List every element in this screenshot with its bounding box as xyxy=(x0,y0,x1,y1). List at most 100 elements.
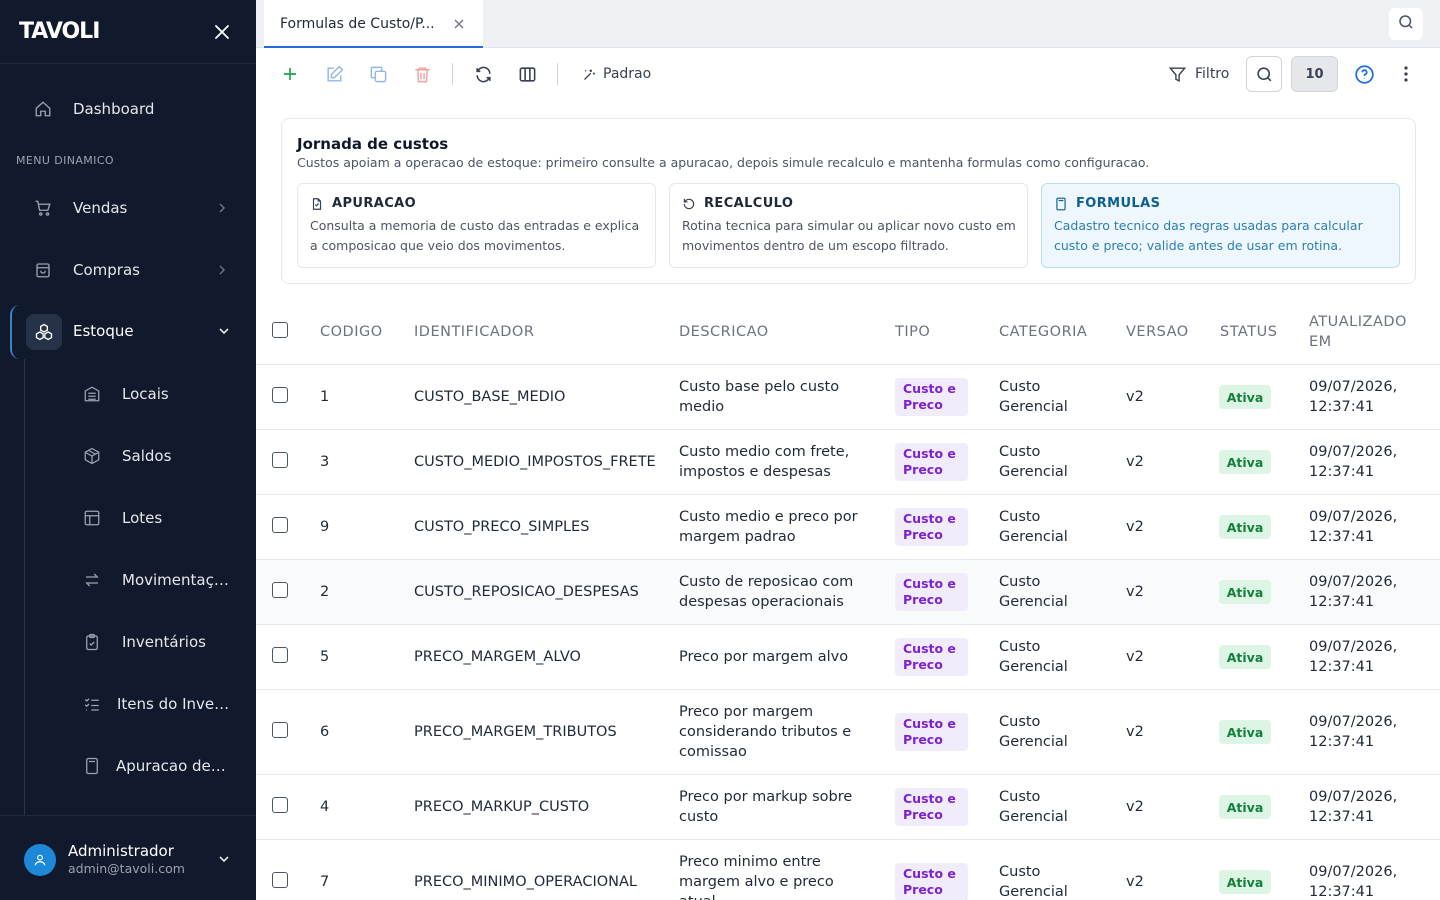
sidebar-item-vendas[interactable]: Vendas xyxy=(0,180,256,236)
cell-categoria: Custo Gerencial xyxy=(999,574,1068,610)
sidebar-item-compras[interactable]: Compras xyxy=(0,242,256,298)
filter-button[interactable]: Filtro xyxy=(1168,62,1229,86)
cell-categoria: Custo Gerencial xyxy=(999,639,1068,675)
bag-icon xyxy=(32,259,54,281)
column-header-atualizado[interactable]: ATUALIZADO EM xyxy=(1309,312,1419,352)
row-checkbox[interactable] xyxy=(272,872,288,888)
journey-description: Custos apoiam a operacao de estoque: pri… xyxy=(297,155,1150,170)
column-header-codigo[interactable]: CODIGO xyxy=(320,322,383,342)
table-row[interactable]: 2 CUSTO_REPOSICAO_DESPESAS Custo de repo… xyxy=(256,560,1440,625)
sidebar-subitem-movimentacoes[interactable]: Movimentaçõ... xyxy=(0,552,256,608)
status-badge: Ativa xyxy=(1219,870,1271,894)
column-header-status[interactable]: STATUS xyxy=(1220,322,1277,342)
building-icon xyxy=(81,383,103,405)
sidebar-subitem-inventarios[interactable]: Inventários xyxy=(0,614,256,670)
sidebar-subitem-label: Saldos xyxy=(122,447,172,465)
row-checkbox[interactable] xyxy=(272,722,288,738)
row-checkbox[interactable] xyxy=(272,582,288,598)
cell-identificador: CUSTO_BASE_MEDIO xyxy=(414,389,566,405)
journey-card-recalculo[interactable]: RECALCULO Rotina tecnica para simular ou… xyxy=(669,183,1028,268)
sidebar-item-estoque[interactable]: Estoque xyxy=(10,305,256,359)
table-row[interactable]: 1 CUSTO_BASE_MEDIO Custo base pelo custo… xyxy=(256,365,1440,430)
sidebar-item-dashboard[interactable]: Dashboard xyxy=(0,81,256,137)
add-button[interactable] xyxy=(278,62,302,86)
table-row[interactable]: 3 CUSTO_MEDIO_IMPOSTOS_FRETE Custo medio… xyxy=(256,430,1440,495)
cell-descricao: Custo medio e preco por margem padrao xyxy=(679,509,858,545)
status-badge: Ativa xyxy=(1219,450,1271,474)
cell-versao: v2 xyxy=(1126,724,1144,740)
chevron-right-icon xyxy=(214,262,230,278)
row-checkbox[interactable] xyxy=(272,647,288,663)
cell-codigo: 3 xyxy=(320,454,330,470)
cell-identificador: CUSTO_MEDIO_IMPOSTOS_FRETE xyxy=(414,454,656,470)
tab-bar: Formulas de Custo/P... xyxy=(256,0,1440,48)
cell-codigo: 4 xyxy=(320,799,330,815)
select-all-checkbox[interactable] xyxy=(272,322,288,338)
row-checkbox[interactable] xyxy=(272,517,288,533)
table-row[interactable]: 5 PRECO_MARGEM_ALVO Preco por margem alv… xyxy=(256,625,1440,690)
sidebar-subitem-apuracao[interactable]: Apuracao de ... xyxy=(0,738,256,794)
duplicate-button[interactable] xyxy=(366,62,390,86)
delete-button[interactable] xyxy=(410,62,434,86)
close-tab-icon[interactable] xyxy=(452,17,466,31)
journey-card-formulas[interactable]: FORMULAS Cadastro tecnico das regras usa… xyxy=(1041,183,1400,268)
sidebar-subitem-lotes[interactable]: Lotes xyxy=(0,490,256,546)
layout-icon xyxy=(81,507,103,529)
table-row[interactable]: 4 PRECO_MARKUP_CUSTO Preco por markup so… xyxy=(256,775,1440,840)
sidebar-subitem-label: Lotes xyxy=(122,509,163,527)
sidebar-subitem-itens-inventario[interactable]: Itens do Inven... xyxy=(0,676,256,732)
toolbar: Padrao Filtro 10 xyxy=(256,48,1440,100)
cell-codigo: 2 xyxy=(320,584,330,600)
column-header-versao[interactable]: VERSAO xyxy=(1126,322,1189,342)
cell-atualizado: 09/07/2026, 12:37:41 xyxy=(1309,574,1398,610)
filter-icon xyxy=(1168,66,1187,82)
row-checkbox[interactable] xyxy=(272,452,288,468)
user-menu[interactable]: Administrador admin@tavoli.com xyxy=(0,815,256,900)
card-title: RECALCULO xyxy=(704,196,794,211)
default-view-button[interactable]: Padrao xyxy=(582,63,651,85)
cell-atualizado: 09/07/2026, 12:37:41 xyxy=(1309,444,1398,480)
row-checkbox[interactable] xyxy=(272,387,288,403)
cell-categoria: Custo Gerencial xyxy=(999,444,1068,480)
arrows-icon xyxy=(81,569,103,591)
card-title: FORMULAS xyxy=(1076,196,1161,211)
type-badge: Custo e Preco xyxy=(895,713,968,751)
cell-categoria: Custo Gerencial xyxy=(999,509,1068,545)
chevron-down-icon[interactable] xyxy=(216,851,232,867)
cell-versao: v2 xyxy=(1126,799,1144,815)
user-email: admin@tavoli.com xyxy=(68,861,185,876)
close-icon[interactable] xyxy=(212,22,232,42)
page-size-select[interactable]: 10 xyxy=(1291,56,1338,92)
column-header-categoria[interactable]: CATEGORIA xyxy=(999,322,1087,342)
file-icon xyxy=(312,197,322,210)
tab-formulas[interactable]: Formulas de Custo/P... xyxy=(264,0,483,48)
search-button[interactable] xyxy=(1246,56,1282,92)
column-header-descricao[interactable]: DESCRICAO xyxy=(679,322,769,342)
help-icon[interactable] xyxy=(1352,62,1376,86)
filter-label: Filtro xyxy=(1195,66,1230,82)
refresh-button[interactable] xyxy=(471,62,495,86)
row-checkbox[interactable] xyxy=(272,797,288,813)
table-row[interactable]: 7 PRECO_MINIMO_OPERACIONAL Preco minimo … xyxy=(256,840,1440,900)
columns-button[interactable] xyxy=(515,62,539,86)
cell-identificador: PRECO_MARGEM_TRIBUTOS xyxy=(414,724,617,740)
sidebar-subitem-saldos[interactable]: Saldos xyxy=(0,428,256,484)
edit-button[interactable] xyxy=(322,62,346,86)
journey-card-apuracao[interactable]: APURACAO Consulta a memoria de custo das… xyxy=(297,183,656,268)
type-badge: Custo e Preco xyxy=(895,573,968,611)
card-body: Cadastro tecnico das regras usadas para … xyxy=(1054,218,1363,253)
chevron-right-icon xyxy=(214,200,230,216)
refresh-icon xyxy=(475,66,491,82)
global-search-button[interactable] xyxy=(1389,8,1423,40)
cell-versao: v2 xyxy=(1126,874,1144,890)
status-badge: Ativa xyxy=(1219,720,1271,744)
table-row[interactable]: 6 PRECO_MARGEM_TRIBUTOS Preco por margem… xyxy=(256,690,1440,775)
table-row[interactable]: 9 CUSTO_PRECO_SIMPLES Custo medio e prec… xyxy=(256,495,1440,560)
cell-descricao: Custo medio com frete, impostos e despes… xyxy=(679,444,850,480)
column-header-tipo[interactable]: TIPO xyxy=(895,322,930,342)
sidebar-item-label: Compras xyxy=(73,261,140,279)
more-options-icon[interactable] xyxy=(1396,62,1416,86)
sidebar-subitem-locais[interactable]: Locais xyxy=(0,366,256,422)
type-badge: Custo e Preco xyxy=(895,638,968,676)
column-header-identificador[interactable]: IDENTIFICADOR xyxy=(414,322,534,342)
